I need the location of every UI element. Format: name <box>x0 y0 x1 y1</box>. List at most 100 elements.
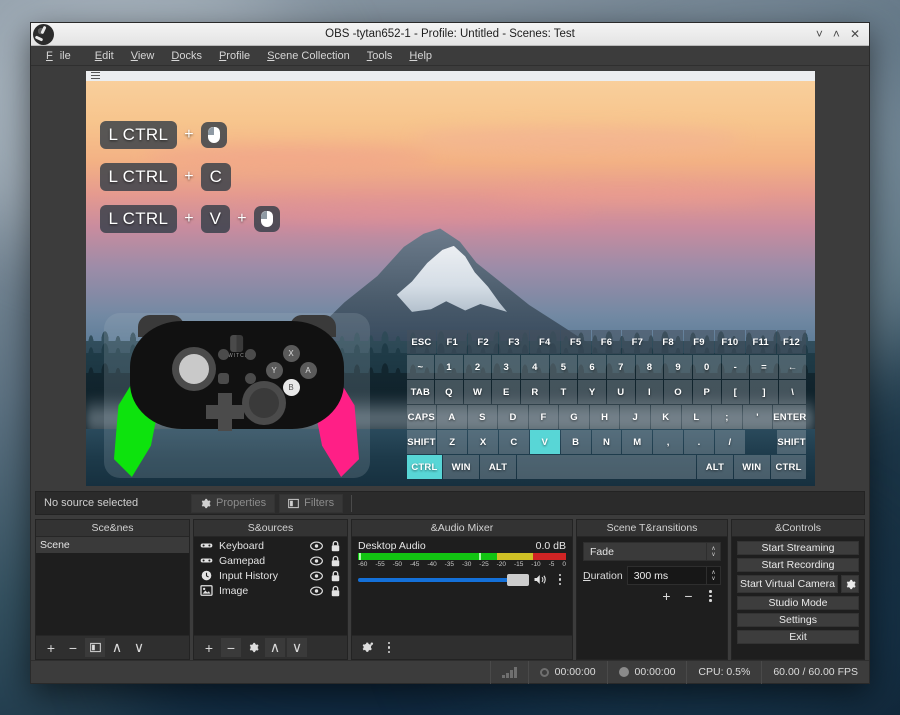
duration-spinner-icon[interactable]: ∧∨ <box>706 567 720 584</box>
key-g: G <box>559 405 589 429</box>
scene-list-item[interactable]: Scene <box>36 537 189 553</box>
properties-button[interactable]: Properties <box>191 494 275 513</box>
key-label: C <box>201 163 232 191</box>
tick: -50 <box>393 561 402 568</box>
minimize-button[interactable]: ˅ <box>816 28 823 40</box>
key-a: A <box>437 405 467 429</box>
gear-icon <box>845 579 856 590</box>
remove-transition-button[interactable]: − <box>680 588 697 604</box>
close-button[interactable]: ✕ <box>850 28 860 40</box>
source-list-item[interactable]: Keyboard <box>194 539 347 552</box>
move-source-up-button[interactable]: ∧ <box>265 638 285 657</box>
key-period: . <box>684 430 714 454</box>
key-i: I <box>636 380 664 404</box>
source-properties-button[interactable] <box>243 638 263 657</box>
mixer-menu-button[interactable] <box>379 638 399 657</box>
key-minus: - <box>722 355 750 379</box>
lock-icon[interactable] <box>329 540 342 552</box>
key-p: P <box>693 380 721 404</box>
add-source-button[interactable]: + <box>199 638 219 657</box>
key-k: K <box>651 405 681 429</box>
key-6: 6 <box>578 355 606 379</box>
studio-mode-button[interactable]: Studio Mode <box>737 596 859 610</box>
settings-button[interactable]: Settings <box>737 613 859 627</box>
start-streaming-button[interactable]: Start Streaming <box>737 541 859 555</box>
virtual-camera-settings-button[interactable] <box>841 575 859 593</box>
menu-docks[interactable]: Docks <box>164 48 209 64</box>
key-w: W <box>464 380 492 404</box>
key-backslash: \ <box>779 380 807 404</box>
exit-button[interactable]: Exit <box>737 630 859 644</box>
tick: -20 <box>497 561 506 568</box>
duration-input[interactable]: 300 ms ∧∨ <box>627 566 721 585</box>
key-tilde: ~ <box>407 355 435 379</box>
source-list-item[interactable]: Image <box>194 584 347 597</box>
keyboard-row-modifiers: CTRL WIN ALT ALT WIN CTRL <box>407 455 807 479</box>
vertical-dots-icon[interactable] <box>554 574 566 586</box>
source-list-item[interactable]: Gamepad <box>194 554 347 567</box>
menu-view[interactable]: View <box>124 48 162 64</box>
duplicate-icon <box>90 642 101 653</box>
speaker-icon[interactable] <box>533 573 548 586</box>
key-0: 0 <box>693 355 721 379</box>
eye-icon[interactable] <box>310 540 323 552</box>
mixer-title: &Audio Mixer <box>352 520 572 537</box>
menubar: File Edit View Docks Profile Scene Colle… <box>31 46 869 66</box>
gamepad-icon <box>200 540 213 551</box>
eye-icon[interactable] <box>310 570 323 582</box>
transition-spinner-icon[interactable]: ∧∨ <box>706 543 720 560</box>
lock-icon[interactable] <box>329 555 342 567</box>
filters-button[interactable]: Filters <box>279 494 343 513</box>
lock-icon[interactable] <box>329 585 342 597</box>
source-list-item[interactable]: Input History <box>194 569 347 582</box>
tick: -55 <box>375 561 384 568</box>
maximize-button[interactable]: ˄ <box>833 28 840 40</box>
tick: -60 <box>358 561 367 568</box>
mouse-left-click-icon <box>201 122 227 148</box>
key-caps: CAPS <box>407 405 437 429</box>
transition-menu-button[interactable] <box>702 588 719 604</box>
gamepad-overlay: SWITCH X Y A <box>104 313 370 478</box>
tick: -5 <box>549 561 555 568</box>
transition-select[interactable]: Fade ∧∨ <box>583 542 721 561</box>
key-equals: = <box>750 355 778 379</box>
remove-source-button[interactable]: − <box>221 638 241 657</box>
key-r: R <box>521 380 549 404</box>
keyboard-row-function: ESC F1 F2 F3 F4 F5 F6 F7 F8 F9 F10 F11 <box>407 330 807 354</box>
tick: -15 <box>514 561 523 568</box>
preview-canvas[interactable]: L CTRL + L CTRL + C L CTRL + V <box>86 71 815 486</box>
advanced-audio-properties-button[interactable] <box>357 638 377 657</box>
menu-profile[interactable]: Profile <box>212 48 257 64</box>
menu-help[interactable]: Help <box>402 48 439 64</box>
eye-icon[interactable] <box>310 555 323 567</box>
key-f2: F2 <box>468 330 498 354</box>
source-toolbar: No source selected Properties Filters <box>35 491 865 515</box>
menu-file[interactable]: File <box>39 48 85 64</box>
mixer-channel-db: 0.0 dB <box>536 540 566 552</box>
add-scene-button[interactable]: + <box>41 638 61 657</box>
lock-icon[interactable] <box>329 570 342 582</box>
move-scene-down-button[interactable]: ∨ <box>129 638 149 657</box>
key-f1: F1 <box>437 330 467 354</box>
gamepad-dpad <box>206 393 244 431</box>
menu-edit[interactable]: Edit <box>88 48 121 64</box>
gamepad-button-y: Y <box>266 362 283 379</box>
volume-slider-handle[interactable] <box>507 574 529 586</box>
menu-tools[interactable]: Tools <box>360 48 400 64</box>
remove-scene-button[interactable]: − <box>63 638 83 657</box>
add-transition-button[interactable]: + <box>658 588 675 604</box>
start-recording-button[interactable]: Start Recording <box>737 558 859 572</box>
gear-icon <box>200 498 211 509</box>
mixer-volume-meter <box>358 553 566 560</box>
vertical-dots-icon <box>383 642 395 654</box>
sources-list[interactable]: Keyboard <box>194 537 347 635</box>
eye-icon[interactable] <box>310 585 323 597</box>
key-f: F <box>529 405 559 429</box>
move-scene-up-button[interactable]: ∧ <box>107 638 127 657</box>
volume-slider[interactable] <box>358 578 527 582</box>
menu-scene-collection[interactable]: Scene Collection <box>260 48 357 64</box>
scenes-list[interactable]: Scene <box>36 537 189 635</box>
duplicate-scene-button[interactable] <box>85 638 105 657</box>
move-source-down-button[interactable]: ∨ <box>287 638 307 657</box>
start-virtual-camera-button[interactable]: Start Virtual Camera <box>737 575 838 593</box>
